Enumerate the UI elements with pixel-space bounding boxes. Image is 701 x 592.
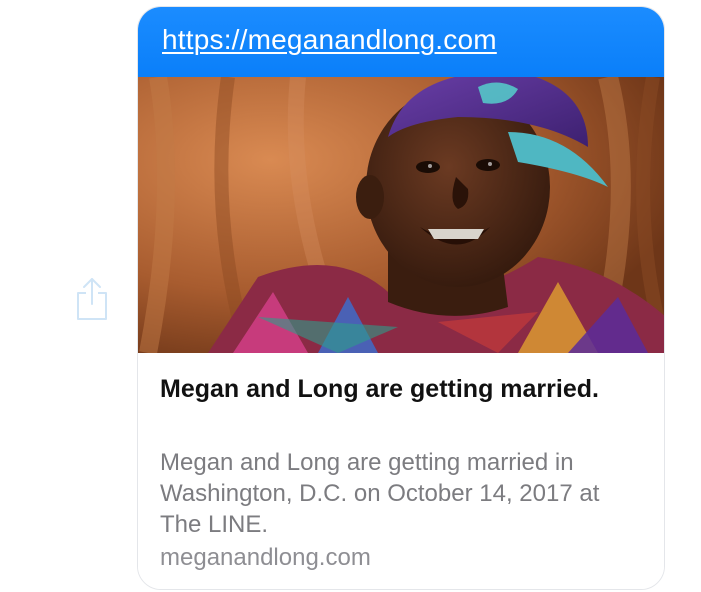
preview-domain: meganandlong.com: [160, 544, 371, 571]
messenger-thread: https://meganandlong.com Megan and Long …: [0, 0, 701, 592]
preview-text-block[interactable]: Megan and Long are getting married. Mega…: [138, 353, 664, 589]
preview-image[interactable]: [138, 77, 664, 353]
preview-photo: [138, 77, 664, 353]
share-up-arrow-icon: [77, 278, 107, 320]
link-preview-bubble[interactable]: https://meganandlong.com Megan and Long …: [137, 6, 665, 590]
link-url-bar[interactable]: https://meganandlong.com: [138, 7, 664, 77]
preview-title: Megan and Long are getting married.: [160, 375, 599, 403]
share-button[interactable]: [74, 276, 110, 322]
preview-description: Megan and Long are getting married in Wa…: [160, 449, 600, 538]
link-url[interactable]: https://meganandlong.com: [162, 23, 497, 57]
